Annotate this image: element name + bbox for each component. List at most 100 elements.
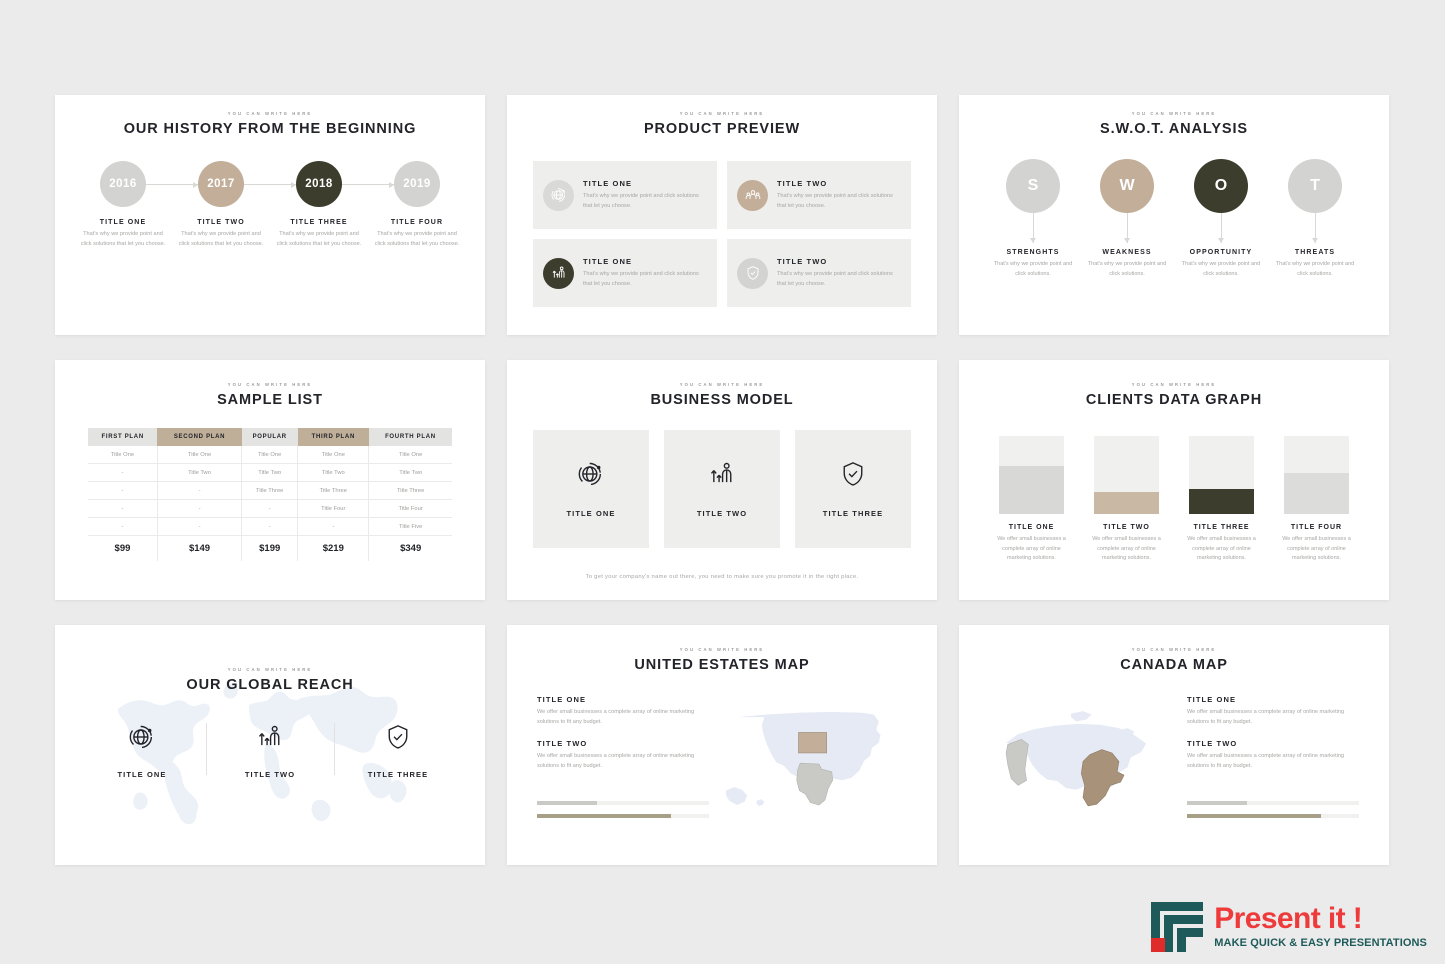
us-map-figure[interactable] xyxy=(719,695,907,827)
business-model-card[interactable]: TITLE ONE xyxy=(533,430,649,548)
business-model-card-title: TITLE THREE xyxy=(822,509,884,518)
product-card[interactable]: TITLE ONE That's why we provide point an… xyxy=(533,239,717,307)
bar-desc: We offer small businesses a complete arr… xyxy=(1282,536,1351,562)
map-block-title: TITLE ONE xyxy=(537,695,587,704)
eyebrow-text: YOU CAN WRITE HERE xyxy=(679,382,765,387)
global-reach-item[interactable]: TITLE TWO xyxy=(206,723,334,779)
us-map-body: TITLE ONE We offer small businesses a co… xyxy=(507,695,937,827)
product-card[interactable]: TITLE ONE That's why we provide point an… xyxy=(533,161,717,229)
shield-icon xyxy=(737,257,768,289)
product-card[interactable]: TITLE TWO That's why we provide point an… xyxy=(727,161,911,229)
canada-map-figure[interactable] xyxy=(989,695,1177,827)
growth-icon xyxy=(708,460,736,493)
timeline: 2016 TITLE ONE That's why we provide poi… xyxy=(55,161,485,250)
timeline-item-title: TITLE FOUR xyxy=(390,219,444,226)
table-cell: Title Five xyxy=(368,517,452,536)
global-reach-item[interactable]: TITLE THREE xyxy=(334,723,462,779)
progress-bar[interactable] xyxy=(537,814,709,819)
timeline-circle: 2017 xyxy=(198,161,244,207)
product-card-grid: TITLE ONE That's why we provide point an… xyxy=(533,161,911,307)
slide-our-history[interactable]: YOU CAN WRITE HERE OUR HISTORY FROM THE … xyxy=(55,95,485,335)
swot-item[interactable]: T THREATS That's why we provide point an… xyxy=(1268,159,1362,279)
timeline-item[interactable]: 2018 TITLE THREE That's why we provide p… xyxy=(270,161,394,250)
business-model-card[interactable]: TITLE TWO xyxy=(664,430,780,548)
bar-fill xyxy=(1094,492,1159,514)
swot-item-desc: That's why we provide point and click so… xyxy=(1087,261,1167,277)
table-price-row: $99 $149 $199 $219 $349 xyxy=(88,535,452,561)
table-cell: Title One xyxy=(241,446,299,464)
business-model-cards: TITLE ONE TITLE TWO TITLE THREE xyxy=(507,430,937,548)
progress-bar-fill xyxy=(1187,814,1322,819)
bar-chart-item[interactable]: TITLE FOUR We offer small businesses a c… xyxy=(1281,436,1352,564)
timeline-item[interactable]: 2019 TITLE FOUR That's why we provide po… xyxy=(368,161,466,250)
product-card-body: TITLE ONE That's why we provide point an… xyxy=(583,179,707,211)
bar-chart-item[interactable]: TITLE TWO We offer small businesses a co… xyxy=(1091,436,1162,564)
table-header-cell[interactable]: THIRD PLAN xyxy=(297,428,369,446)
timeline-circle: 2018 xyxy=(296,161,342,207)
bar-chart-item[interactable]: TITLE THREE We offer small businesses a … xyxy=(1186,436,1257,564)
slide-sample-list[interactable]: YOU CAN WRITE HERE SAMPLE LIST FIRST PLA… xyxy=(55,360,485,600)
canada-map-text-column: TITLE ONE We offer small businesses a co… xyxy=(1187,695,1359,827)
swot-item[interactable]: O OPPORTUNITY That's why we provide poin… xyxy=(1174,159,1268,279)
progress-bar[interactable] xyxy=(1187,814,1359,819)
slide-clients-data-graph[interactable]: YOU CAN WRITE HERE CLIENTS DATA GRAPH TI… xyxy=(959,360,1389,600)
global-reach-item-title: TITLE TWO xyxy=(244,770,296,779)
swot-item-desc: That's why we provide point and click so… xyxy=(993,261,1073,277)
timeline-item[interactable]: 2017 TITLE TWO That's why we provide poi… xyxy=(172,161,296,250)
swot-item-desc: That's why we provide point and click so… xyxy=(1181,261,1261,277)
product-card[interactable]: TITLE TWO That's why we provide point an… xyxy=(727,239,911,307)
page-title: CANADA MAP xyxy=(1120,657,1228,673)
logo-title: Present it ! xyxy=(1214,901,1363,935)
table-header-cell[interactable]: POPULAR xyxy=(241,428,298,446)
timeline-item[interactable]: 2016 TITLE ONE That's why we provide poi… xyxy=(74,161,198,250)
growth-icon xyxy=(543,257,574,289)
map-block-title: TITLE TWO xyxy=(1187,739,1238,749)
table-header-cell[interactable]: FIRST PLAN xyxy=(88,428,158,446)
bar-desc: We offer small businesses a complete arr… xyxy=(997,536,1066,562)
table-header-cell[interactable]: SECOND PLAN xyxy=(157,428,242,446)
table-cell: Title Three xyxy=(241,481,299,500)
page-title: SAMPLE LIST xyxy=(217,392,323,408)
table-row: - - - - Title Five xyxy=(88,517,452,536)
eyebrow-text: YOU CAN WRITE HERE xyxy=(1131,647,1217,652)
slide-united-states-map[interactable]: YOU CAN WRITE HERE UNITED ESTATES MAP TI… xyxy=(507,625,937,865)
people-icon xyxy=(737,179,768,211)
product-card-desc: That's why we provide point and click so… xyxy=(583,270,699,287)
product-card-desc: That's why we provide point and click so… xyxy=(777,270,893,287)
slide-global-reach[interactable]: YOU CAN WRITE HERE OUR GLOBAL REACH TITL… xyxy=(55,625,485,865)
bar-chart-item[interactable]: TITLE ONE We offer small businesses a co… xyxy=(996,436,1067,564)
table-cell: Title Three xyxy=(297,481,370,500)
bar-label: TITLE THREE xyxy=(1193,524,1250,531)
bar-label: TITLE ONE xyxy=(1008,524,1055,531)
bar-label: TITLE TWO xyxy=(1103,524,1150,531)
bar-track xyxy=(1189,436,1254,514)
swot-item[interactable]: S STRENGHTS That's why we provide point … xyxy=(986,159,1080,279)
business-model-card[interactable]: TITLE THREE xyxy=(795,430,911,548)
global-reach-item[interactable]: TITLE ONE xyxy=(78,723,206,779)
timeline-item-title: TITLE ONE xyxy=(99,219,147,226)
bar-desc: We offer small businesses a complete arr… xyxy=(1187,536,1256,562)
table-cell: - xyxy=(241,517,299,536)
swot-letter-circle: W xyxy=(1100,159,1154,213)
price-cell: $199 xyxy=(241,535,299,561)
progress-bars xyxy=(1187,801,1359,819)
present-it-logo[interactable]: Present it ! MAKE QUICK & EASY PRESENTAT… xyxy=(1149,900,1427,952)
slide-product-preview[interactable]: YOU CAN WRITE HERE PRODUCT PREVIEW TITLE… xyxy=(507,95,937,335)
swot-row: S STRENGHTS That's why we provide point … xyxy=(959,159,1389,279)
timeline-circle: 2019 xyxy=(394,161,440,207)
table-header-cell[interactable]: FOURTH PLAN xyxy=(368,428,452,446)
business-model-card-title: TITLE TWO xyxy=(696,509,748,518)
slide-business-model[interactable]: YOU CAN WRITE HERE BUSINESS MODEL TITLE … xyxy=(507,360,937,600)
progress-bar[interactable] xyxy=(1187,801,1359,806)
slide-canada-map[interactable]: YOU CAN WRITE HERE CANADA MAP TITLE ONE … xyxy=(959,625,1389,865)
slide-swot-analysis[interactable]: YOU CAN WRITE HERE S.W.O.T. ANALYSIS S S… xyxy=(959,95,1389,335)
product-card-title: TITLE TWO xyxy=(777,256,828,266)
eyebrow-text: YOU CAN WRITE HERE xyxy=(227,382,313,387)
page-title: PRODUCT PREVIEW xyxy=(643,121,801,137)
eyebrow-text: YOU CAN WRITE HERE xyxy=(227,667,313,672)
swot-item[interactable]: W WEAKNESS That's why we provide point a… xyxy=(1080,159,1174,279)
table-header-row: FIRST PLAN SECOND PLAN POPULAR THIRD PLA… xyxy=(88,428,452,446)
progress-bar[interactable] xyxy=(537,801,709,806)
table-cell: - xyxy=(88,499,158,518)
